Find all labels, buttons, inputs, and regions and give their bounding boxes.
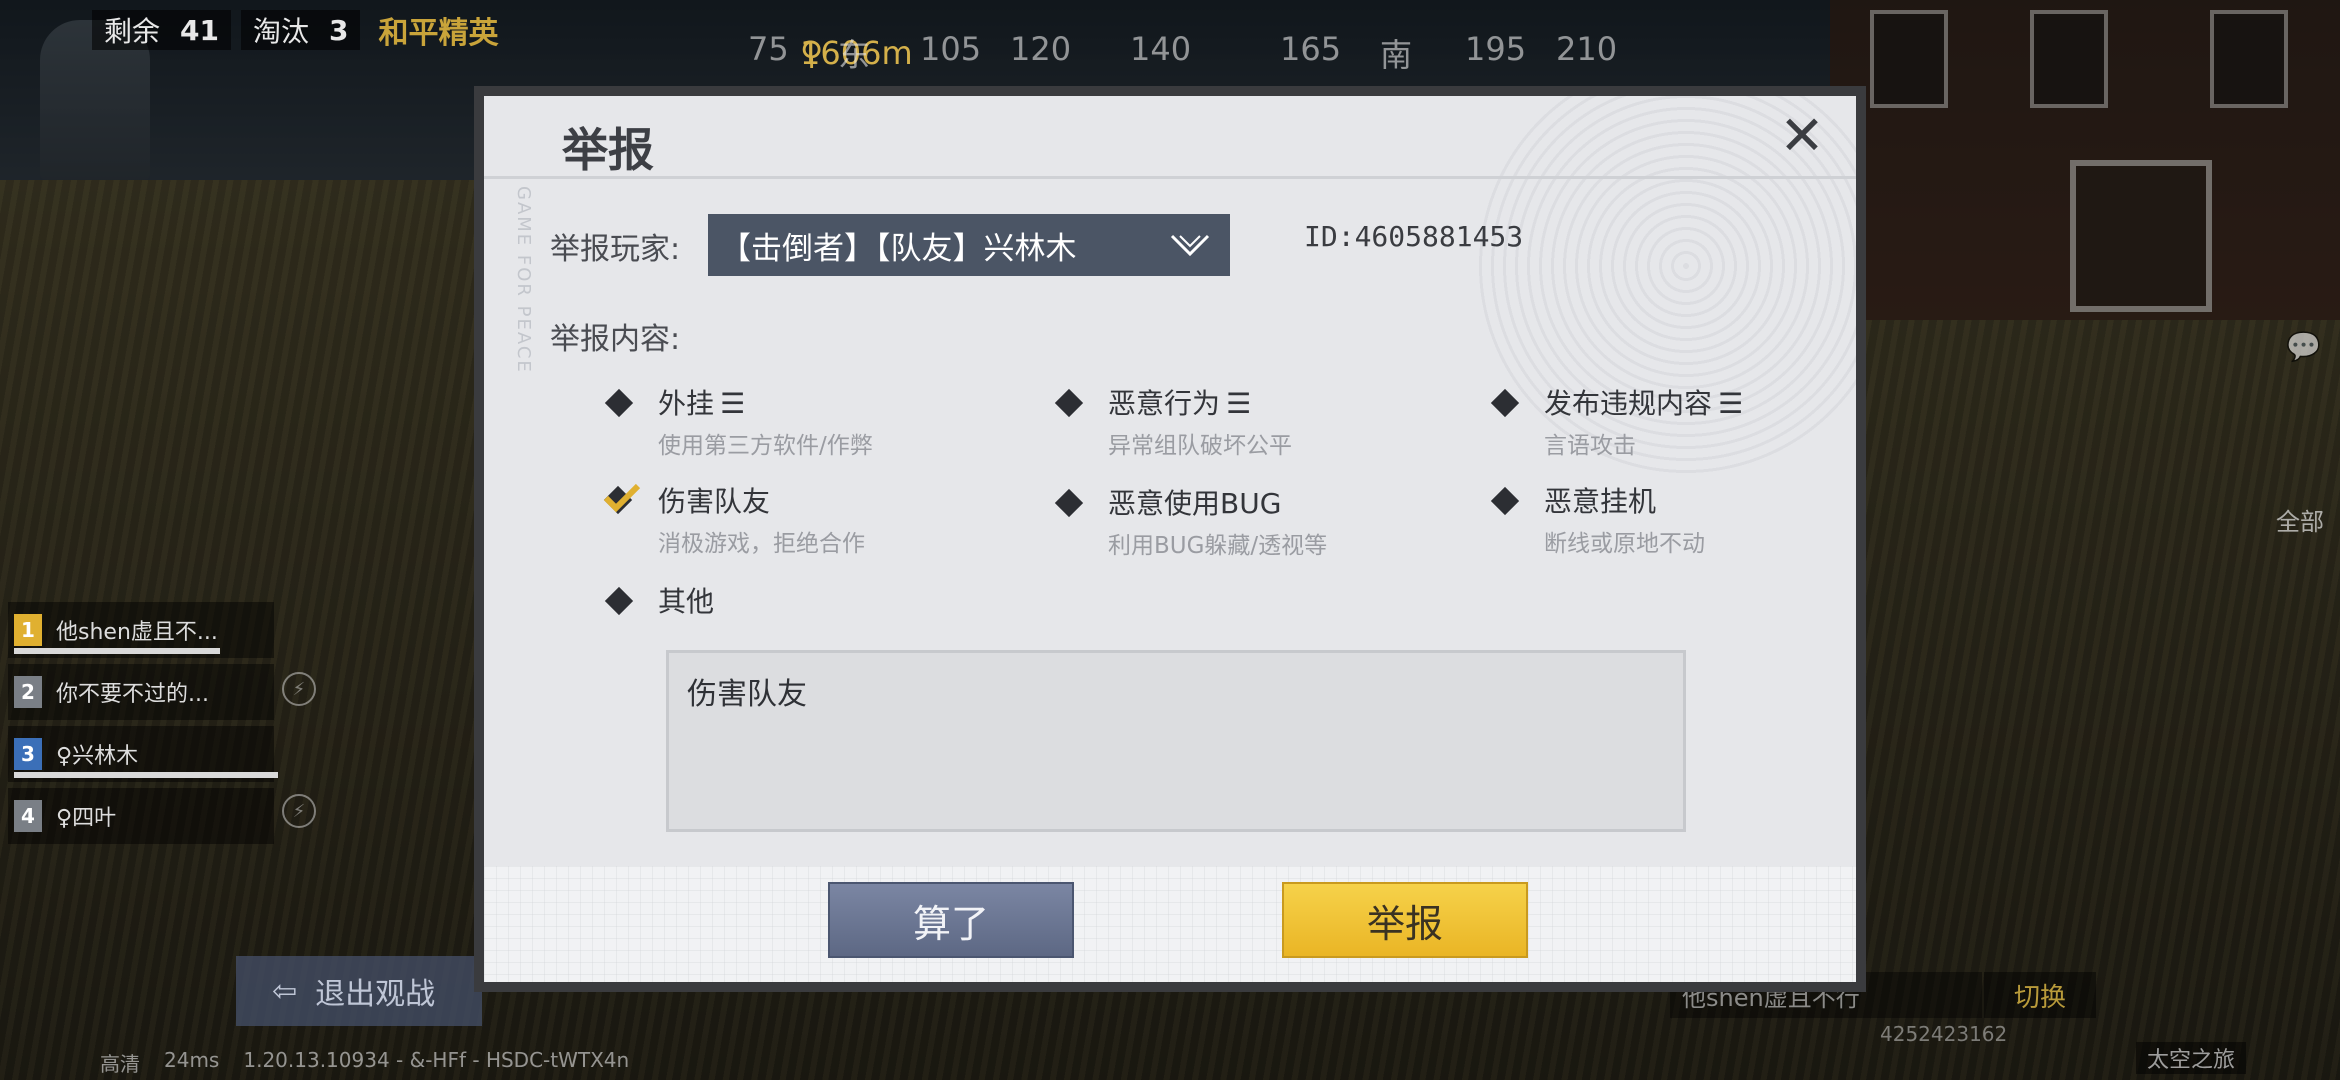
reason-title: 伤害队友 xyxy=(658,485,771,518)
compass-tick: 75 xyxy=(748,30,789,68)
reason-title: 其他 xyxy=(658,585,715,618)
exit-icon: ⇦ xyxy=(272,973,298,1009)
report-content-label: 举报内容: xyxy=(550,322,681,357)
reason-subtitle: 言语攻击 xyxy=(1544,433,1636,459)
exit-spectate-button[interactable]: ⇦ 退出观战 xyxy=(236,956,482,1026)
report-submit-button[interactable]: 举报 xyxy=(1282,882,1528,958)
report-dialog-body: 举报 ✕ GAME FOR PEACE 举报玩家: 【击倒者】【队友】兴林木 I… xyxy=(484,96,1856,982)
exit-spectate-label: 退出观战 xyxy=(315,977,436,1012)
compass-tick: 195 xyxy=(1465,30,1527,68)
voice-all-label[interactable]: 全部 xyxy=(2276,502,2324,537)
reason-subtitle: 消极游戏，拒绝合作 xyxy=(658,531,865,557)
compass-tick: 210 xyxy=(1556,30,1618,68)
team-index: 1 xyxy=(14,614,42,646)
quality-label: 高清 xyxy=(100,1052,140,1076)
health-bar xyxy=(14,648,220,654)
reason-title: 发布违规内容 xyxy=(1544,387,1713,420)
lightning-icon: ⚡ xyxy=(282,794,316,828)
team-member[interactable]: 4 ♀四叶 xyxy=(8,788,274,844)
report-description-field[interactable]: 伤害队友 xyxy=(666,650,1686,832)
close-icon: ✕ xyxy=(1779,104,1825,167)
reason-title: 外挂 xyxy=(658,387,715,420)
player-select[interactable]: 【击倒者】【队友】兴林木 xyxy=(708,214,1230,276)
reason-subtitle: 使用第三方软件/作弊 xyxy=(658,433,873,459)
menu-icon[interactable]: ☰ xyxy=(1226,387,1251,420)
team-index: 2 xyxy=(14,676,42,708)
game-mode: 和平精英 xyxy=(378,16,499,51)
player-id: ID:4605881453 xyxy=(1304,220,1524,253)
health-bar xyxy=(14,772,278,778)
report-dialog: 举报 ✕ GAME FOR PEACE 举报玩家: 【击倒者】【队友】兴林木 I… xyxy=(474,86,1866,992)
reason-title: 恶意行为 xyxy=(1108,387,1221,420)
compass-tick: 南 xyxy=(1380,36,1413,74)
eliminated-count: 3 xyxy=(329,13,349,47)
reason-subtitle: 断线或原地不动 xyxy=(1544,531,1705,557)
diamond-icon xyxy=(604,388,634,418)
diamond-icon xyxy=(1054,388,1084,418)
compass-tick: 165 xyxy=(1280,30,1342,68)
team-index: 4 xyxy=(14,800,42,832)
cancel-button[interactable]: 算了 xyxy=(828,882,1074,958)
reason-title: 恶意使用BUG xyxy=(1108,487,1282,520)
build-label: 1.20.13.10934 - &-HFf - HSDC-tWTX4n xyxy=(243,1048,630,1072)
remaining-count: 41 xyxy=(180,13,219,47)
remaining-label: 剩余 xyxy=(104,15,161,48)
match-stats: 剩余 41 淘汰 3 和平精英 xyxy=(92,8,498,52)
side-watermark: GAME FOR PEACE xyxy=(513,186,534,374)
team-name: ♀四叶 xyxy=(56,806,117,831)
reason-subtitle: 异常组队破坏公平 xyxy=(1108,433,1292,459)
spectate-id: 4252423162 xyxy=(1880,1022,2008,1046)
switch-button[interactable]: 切换 xyxy=(1984,972,2096,1018)
diamond-icon xyxy=(1054,488,1084,518)
menu-icon[interactable]: ☰ xyxy=(720,387,745,420)
team-member[interactable]: 1 他shen虚且不... xyxy=(8,602,274,658)
eliminated-label: 淘汰 xyxy=(252,15,309,48)
compass: ⚲ 1606m 75 东 105 120 140 165 南 195 210 xyxy=(720,0,1620,80)
dialog-footer: 算了 举报 xyxy=(484,866,1856,982)
team-list: 1 他shen虚且不... 2 你不要不过的... 3 ♀兴林木 4 ♀四叶 xyxy=(8,602,278,850)
remaining-box: 剩余 41 xyxy=(92,10,231,50)
checkmark-icon xyxy=(603,483,641,515)
chat-icon[interactable]: 💬 xyxy=(2286,330,2321,363)
dialog-title: 举报 xyxy=(562,123,654,177)
ping-label: 24ms xyxy=(164,1048,220,1072)
diamond-icon xyxy=(604,586,634,616)
close-button[interactable]: ✕ xyxy=(1774,109,1830,166)
diamond-icon xyxy=(1490,388,1520,418)
compass-tick: 东 xyxy=(838,36,871,74)
diamond-icon xyxy=(1490,486,1520,516)
team-member[interactable]: 3 ♀兴林木 xyxy=(8,726,278,782)
lightning-icon: ⚡ xyxy=(282,672,316,706)
menu-icon[interactable]: ☰ xyxy=(1718,387,1743,420)
compass-tick: 140 xyxy=(1130,30,1192,68)
report-player-label: 举报玩家: xyxy=(550,232,681,267)
team-index: 3 xyxy=(14,738,42,770)
team-member[interactable]: 2 你不要不过的... xyxy=(8,664,274,720)
team-name: ♀兴林木 xyxy=(56,744,139,769)
compass-tick: 105 xyxy=(920,30,982,68)
reason-subtitle: 利用BUG躲藏/透视等 xyxy=(1108,533,1328,559)
compass-tick: 120 xyxy=(1010,30,1072,68)
eliminated-box: 淘汰 3 xyxy=(240,10,361,50)
team-name: 他shen虚且不... xyxy=(56,620,218,645)
team-name: 你不要不过的... xyxy=(56,682,209,707)
status-bar: 高清 24ms 1.20.13.10934 - &-HFf - HSDC-tWT… xyxy=(100,1048,629,1077)
reason-title: 恶意挂机 xyxy=(1544,485,1657,518)
chevron-down-icon xyxy=(1170,234,1210,257)
dialog-title-bar: 举报 ✕ xyxy=(484,96,1856,179)
space-trip-badge[interactable]: 太空之旅 xyxy=(2136,1042,2246,1074)
player-select-value: 【击倒者】【队友】兴林木 xyxy=(720,230,1077,267)
